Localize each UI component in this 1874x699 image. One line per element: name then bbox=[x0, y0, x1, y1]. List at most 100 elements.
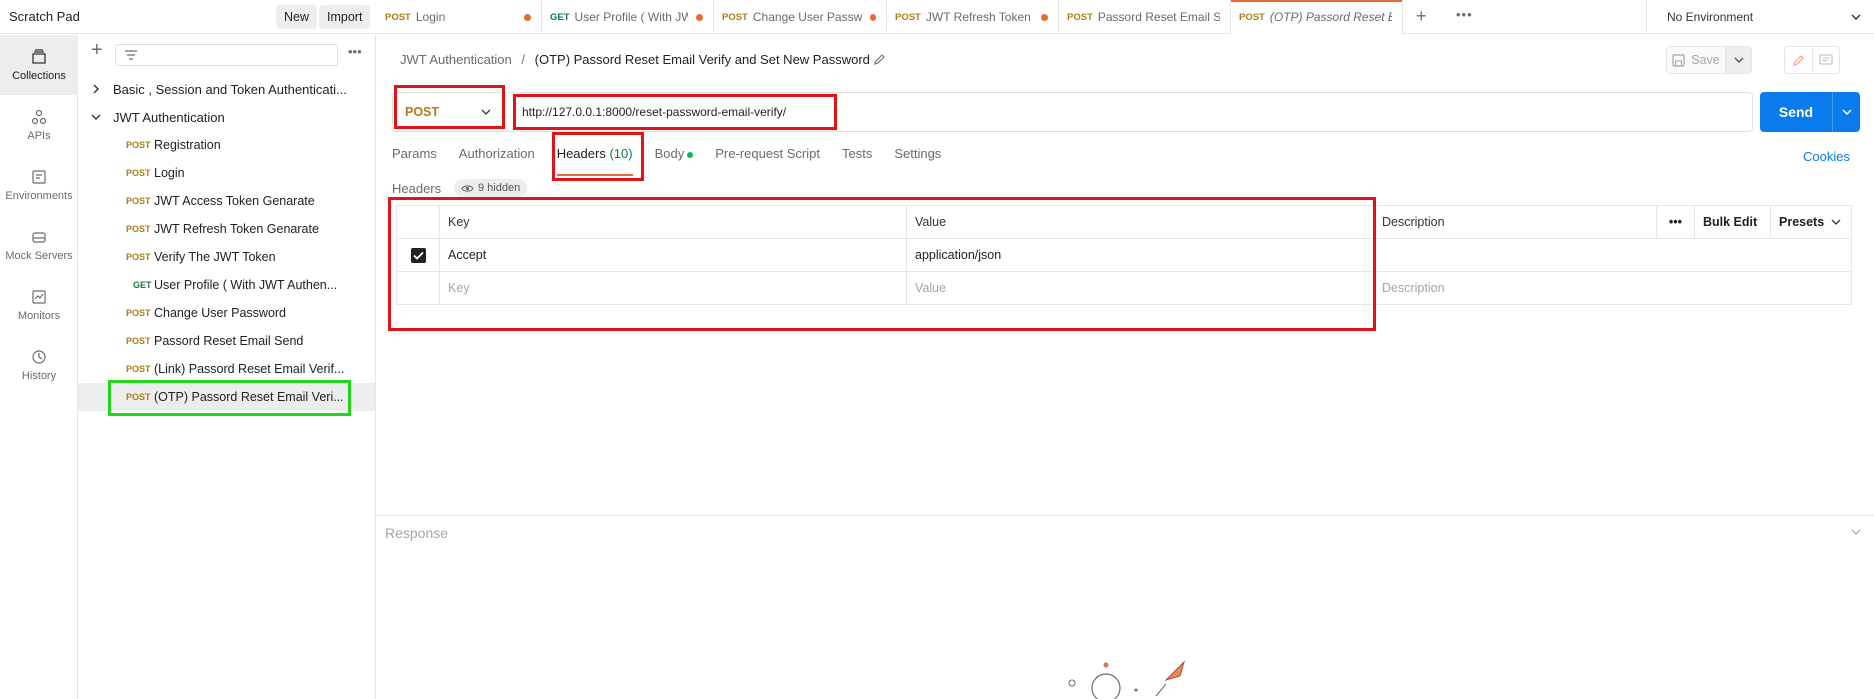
tab-method: POST bbox=[722, 11, 748, 23]
response-label: Response bbox=[385, 525, 449, 541]
edit-pencil-icon[interactable] bbox=[873, 53, 886, 66]
tab-user-profile[interactable]: GET User Profile ( With JWT bbox=[542, 0, 714, 34]
eye-icon bbox=[461, 184, 474, 192]
tab-title: Change User Passwo bbox=[752, 10, 862, 24]
sidebar-request-jwt-refresh-token[interactable]: POST JWT Refresh Token Genarate bbox=[78, 215, 375, 243]
request-method: POST bbox=[126, 252, 151, 262]
sidebar-request-jwt-access-token[interactable]: POST JWT Access Token Genarate bbox=[78, 187, 375, 215]
rail-label: History bbox=[21, 369, 57, 382]
environment-selector[interactable]: No Environment bbox=[1646, 0, 1874, 34]
sidebar-more-icon[interactable]: ••• bbox=[348, 44, 362, 59]
edit-docs-button[interactable] bbox=[1785, 47, 1813, 73]
selected-request-highlight bbox=[108, 380, 351, 416]
add-tab-icon[interactable]: + bbox=[1416, 6, 1427, 27]
sidebar-request-reset-email-send[interactable]: POST Passord Reset Email Send bbox=[78, 327, 375, 355]
filter-icon bbox=[125, 50, 137, 60]
save-label: Save bbox=[1691, 53, 1720, 67]
rail-label: Monitors bbox=[17, 309, 61, 322]
rail-mock-servers[interactable]: Mock Servers bbox=[0, 215, 78, 275]
body-indicator-dot bbox=[687, 151, 694, 158]
monitors-icon bbox=[32, 289, 46, 304]
chevron-down-icon[interactable] bbox=[1850, 526, 1862, 538]
tab-title: User Profile ( With JWT bbox=[574, 10, 689, 24]
tab-jwt-refresh-token[interactable]: POST JWT Refresh Token G bbox=[887, 0, 1059, 34]
bulk-edit-button[interactable]: Bulk Edit bbox=[1695, 206, 1771, 238]
sidebar-request-verify-jwt[interactable]: POST Verify The JWT Token bbox=[78, 243, 375, 271]
request-label: Passord Reset Email Send bbox=[154, 334, 304, 348]
tab-method: POST bbox=[895, 11, 921, 23]
tab-params[interactable]: Params bbox=[392, 146, 437, 176]
request-label: (Link) Passord Reset Email Verif... bbox=[154, 362, 345, 376]
table-more-icon[interactable]: ••• bbox=[1657, 206, 1695, 238]
rail-collections[interactable]: Collections bbox=[0, 35, 78, 95]
add-collection-icon[interactable]: + bbox=[91, 39, 103, 62]
history-icon bbox=[32, 349, 46, 364]
collection-basic-session-token[interactable]: Basic , Session and Token Authenticati..… bbox=[78, 75, 375, 103]
tab-title: Login bbox=[415, 10, 446, 24]
tab-tests[interactable]: Tests bbox=[842, 146, 872, 176]
sidebar-request-user-profile[interactable]: GET User Profile ( With JWT Authen... bbox=[78, 271, 375, 299]
unsaved-dot bbox=[869, 13, 876, 21]
send-dropdown[interactable] bbox=[1832, 92, 1860, 132]
rail-apis[interactable]: APIs bbox=[0, 95, 78, 155]
sidebar-filter-input[interactable] bbox=[115, 44, 338, 66]
new-button[interactable]: New bbox=[276, 5, 318, 29]
rail-environments[interactable]: Environments bbox=[0, 155, 78, 215]
more-tabs-icon[interactable]: ••• bbox=[1456, 7, 1473, 22]
sidebar-request-link-reset-verify[interactable]: POST (Link) Passord Reset Email Verif... bbox=[78, 355, 375, 383]
unsaved-dot bbox=[524, 13, 531, 21]
tab-method: POST bbox=[1239, 11, 1265, 23]
column-description: Description bbox=[1374, 206, 1657, 238]
tab-login[interactable]: POST Login bbox=[377, 0, 542, 34]
comment-icon bbox=[1819, 53, 1833, 65]
save-button[interactable]: Save bbox=[1666, 46, 1726, 74]
url-highlight bbox=[513, 94, 837, 130]
left-rail: Collections APIs Environments Mock Serve… bbox=[0, 35, 78, 699]
tab-body[interactable]: Body bbox=[655, 146, 694, 176]
tab-otp-passord-reset[interactable]: POST (OTP) Passord Reset Em bbox=[1231, 0, 1403, 34]
hidden-headers-toggle[interactable]: 9 hidden bbox=[454, 179, 528, 197]
rail-monitors[interactable]: Monitors bbox=[0, 275, 78, 335]
breadcrumb-separator: / bbox=[521, 52, 526, 67]
send-button[interactable]: Send bbox=[1760, 92, 1832, 132]
import-button[interactable]: Import bbox=[319, 5, 371, 29]
header-description-cell[interactable] bbox=[1374, 239, 1853, 271]
unsaved-dot bbox=[1041, 13, 1048, 21]
request-label: JWT Access Token Genarate bbox=[154, 194, 315, 208]
tab-passord-reset-email-send[interactable]: POST Passord Reset Email Se bbox=[1059, 0, 1231, 34]
request-label: Verify The JWT Token bbox=[154, 250, 276, 264]
environment-label: No Environment bbox=[1667, 10, 1754, 24]
workspace-title: Scratch Pad bbox=[9, 9, 80, 24]
tab-pre-request-script[interactable]: Pre-request Script bbox=[715, 146, 820, 176]
request-method: POST bbox=[126, 308, 151, 318]
tab-authorization[interactable]: Authorization bbox=[459, 146, 535, 176]
chevron-down-icon bbox=[1842, 109, 1851, 115]
description-input[interactable]: Description bbox=[1374, 272, 1853, 304]
comments-button[interactable] bbox=[1813, 47, 1840, 73]
breadcrumb-parent[interactable]: JWT Authentication bbox=[400, 52, 512, 67]
response-panel: Response bbox=[377, 515, 1874, 549]
request-label: Registration bbox=[154, 138, 221, 152]
rocket-illustration bbox=[1068, 660, 1186, 699]
request-method: POST bbox=[126, 224, 151, 234]
presets-label: Presets bbox=[1779, 215, 1825, 229]
tab-title: (OTP) Passord Reset Em bbox=[1269, 10, 1392, 24]
headers-table-highlight bbox=[388, 197, 1376, 331]
tab-settings[interactable]: Settings bbox=[894, 146, 941, 176]
side-panel-toggles bbox=[1784, 46, 1840, 74]
rail-history[interactable]: History bbox=[0, 335, 78, 395]
tab-change-user-password[interactable]: POST Change User Passwo bbox=[714, 0, 887, 34]
unsaved-dot bbox=[696, 13, 703, 21]
presets-dropdown[interactable]: Presets bbox=[1771, 206, 1853, 238]
sidebar-request-login[interactable]: POST Login bbox=[78, 159, 375, 187]
chevron-down-icon bbox=[91, 114, 101, 120]
chevron-down-icon bbox=[1734, 57, 1743, 63]
sidebar-request-change-password[interactable]: POST Change User Password bbox=[78, 299, 375, 327]
rail-label: Environments bbox=[5, 189, 73, 202]
body-tab-label: Body bbox=[654, 146, 685, 161]
sidebar-request-registration[interactable]: POST Registration bbox=[78, 131, 375, 159]
save-dropdown[interactable] bbox=[1726, 46, 1752, 74]
collection-jwt-authentication[interactable]: JWT Authentication bbox=[78, 103, 375, 131]
headers-tab-highlight bbox=[552, 132, 644, 181]
cookies-link[interactable]: Cookies bbox=[1803, 149, 1850, 164]
